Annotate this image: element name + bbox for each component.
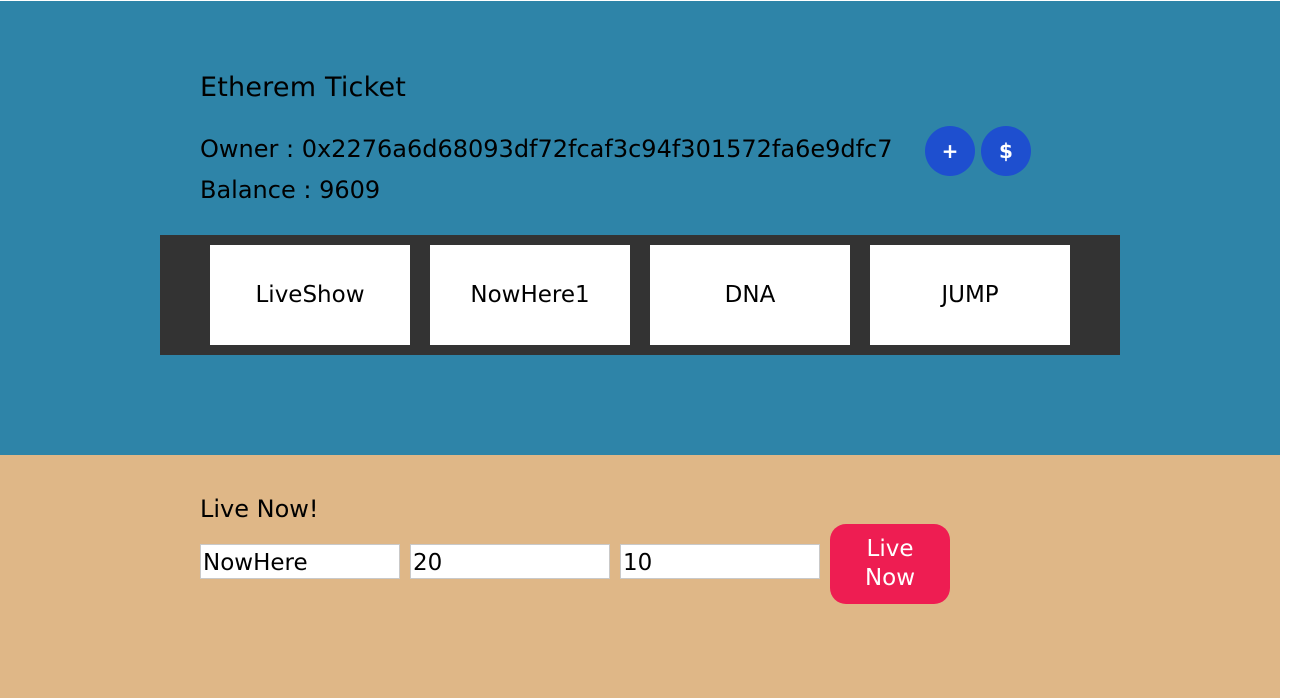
live-now-button[interactable]: Live Now [830, 524, 950, 604]
ticket-price-input[interactable] [410, 544, 610, 579]
show-list: LiveShow NowHere1 DNA JUMP [160, 235, 1120, 355]
balance-value: Balance : 9609 [200, 176, 381, 204]
dollar-button[interactable]: $ [981, 126, 1031, 176]
add-button[interactable]: + [925, 126, 975, 176]
show-name-input[interactable] [200, 544, 400, 579]
show-card-nowhere1[interactable]: NowHere1 [430, 245, 630, 345]
show-card-liveshow[interactable]: LiveShow [210, 245, 410, 345]
live-section-title: Live Now! [200, 495, 319, 523]
owner-address: Owner : 0x2276a6d68093df72fcaf3c94f30157… [200, 135, 893, 163]
header-panel [0, 1, 1280, 455]
show-card-dna[interactable]: DNA [650, 245, 850, 345]
ticket-count-input[interactable] [620, 544, 820, 579]
show-card-jump[interactable]: JUMP [870, 245, 1070, 345]
app-title: Etherem Ticket [200, 72, 407, 103]
